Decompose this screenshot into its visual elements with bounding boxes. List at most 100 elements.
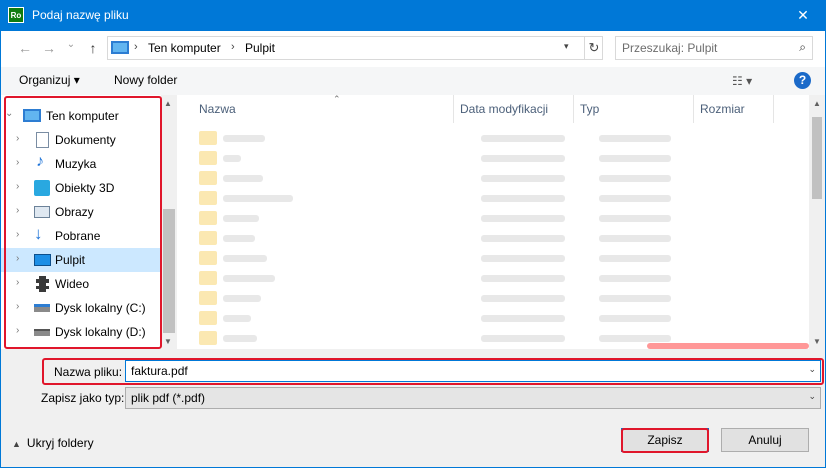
blurred-text bbox=[223, 155, 241, 162]
sidebar-item-label: Muzyka bbox=[55, 157, 97, 171]
sidebar-item-obrazy[interactable]: › Obrazy bbox=[1, 200, 161, 224]
forward-arrow-icon[interactable]: → bbox=[39, 40, 59, 56]
column-header-date[interactable]: Data modyfikacji bbox=[453, 95, 573, 123]
new-folder-button[interactable]: Nowy folder bbox=[114, 73, 177, 87]
blurred-text bbox=[481, 315, 565, 322]
sidebar-item-dysk-d[interactable]: › Dysk lokalny (D:) bbox=[1, 320, 161, 344]
address-bar[interactable]: › Ten komputer › Pulpit ▾ ↻ bbox=[107, 36, 603, 60]
navigation-pane-scrollbar[interactable]: ▲ ▼ bbox=[161, 95, 177, 349]
blurred-text bbox=[481, 195, 565, 202]
recent-locations-chevron-icon[interactable]: ⌄ bbox=[61, 39, 81, 50]
folder-icon bbox=[199, 271, 217, 285]
sidebar-item-pulpit[interactable]: › Pulpit bbox=[1, 248, 161, 272]
save-as-type-select[interactable]: plik pdf (*.pdf) ⌄ bbox=[125, 387, 821, 409]
blurred-text bbox=[223, 195, 293, 202]
blurred-text bbox=[481, 155, 565, 162]
address-dropdown-icon[interactable]: ▾ bbox=[564, 41, 569, 52]
sidebar-item-muzyka[interactable]: › ♪ Muzyka bbox=[1, 152, 161, 176]
breadcrumb-ten-komputer[interactable]: Ten komputer bbox=[148, 41, 221, 55]
chevron-right-icon[interactable]: › bbox=[16, 181, 19, 192]
organize-button[interactable]: Organizuj ▾ bbox=[19, 73, 80, 87]
chevron-right-icon[interactable]: › bbox=[16, 325, 19, 336]
file-list-scrollbar[interactable]: ▲ ▼ bbox=[809, 95, 825, 349]
refresh-icon[interactable]: ↻ bbox=[584, 37, 603, 59]
list-item[interactable] bbox=[199, 207, 785, 229]
sidebar-item-label: Dysk lokalny (C:) bbox=[55, 301, 146, 315]
blurred-text bbox=[599, 135, 671, 142]
drive-d-icon bbox=[34, 329, 50, 336]
list-item[interactable] bbox=[199, 167, 785, 189]
search-input[interactable]: Przeszukaj: Pulpit bbox=[622, 41, 717, 55]
blurred-text bbox=[223, 335, 257, 342]
chevron-right-icon[interactable]: › bbox=[16, 157, 19, 168]
chevron-down-icon[interactable]: ⌄ bbox=[808, 391, 816, 402]
column-header-type[interactable]: Typ bbox=[573, 95, 693, 123]
blurred-text bbox=[223, 135, 265, 142]
blurred-text bbox=[599, 175, 671, 182]
cancel-button[interactable]: Anuluj bbox=[721, 428, 809, 452]
search-box[interactable]: Przeszukaj: Pulpit ⌕ bbox=[615, 36, 813, 60]
save-button[interactable]: Zapisz bbox=[621, 428, 709, 452]
chevron-down-icon[interactable]: ⌄ bbox=[5, 108, 13, 119]
breadcrumb-separator[interactable]: › bbox=[134, 41, 138, 53]
search-icon[interactable]: ⌕ bbox=[799, 40, 806, 55]
list-item[interactable] bbox=[199, 247, 785, 269]
sidebar-item-dokumenty[interactable]: › Dokumenty bbox=[1, 128, 161, 152]
sidebar-item-label: Obrazy bbox=[55, 205, 94, 219]
dialog-body: ← → ⌄ ↑ › Ten komputer › Pulpit ▾ ↻ Prze… bbox=[0, 31, 826, 468]
list-item[interactable] bbox=[199, 227, 785, 249]
blurred-text bbox=[481, 335, 565, 342]
filename-input[interactable] bbox=[126, 361, 796, 381]
scrollbar-thumb[interactable] bbox=[812, 117, 822, 199]
blurred-text bbox=[223, 235, 255, 242]
column-header-label: Data modyfikacji bbox=[460, 102, 549, 116]
list-item[interactable] bbox=[199, 147, 785, 169]
scroll-down-icon[interactable]: ▼ bbox=[164, 337, 172, 346]
blurred-text bbox=[599, 195, 671, 202]
hide-folders-toggle[interactable]: ▲ Ukryj foldery bbox=[12, 436, 94, 450]
scrollbar-thumb[interactable] bbox=[163, 209, 175, 333]
filename-combobox[interactable]: ⌄ bbox=[125, 360, 821, 382]
chevron-right-icon[interactable]: › bbox=[16, 301, 19, 312]
sidebar-item-ten-komputer[interactable]: ⌄ Ten komputer bbox=[1, 104, 161, 128]
breadcrumb-separator[interactable]: › bbox=[231, 41, 235, 53]
column-header-name[interactable]: Nazwa ⌃ bbox=[193, 94, 457, 123]
breadcrumb-pulpit[interactable]: Pulpit bbox=[245, 41, 275, 55]
chevron-right-icon[interactable]: › bbox=[16, 253, 19, 264]
chevron-right-icon[interactable]: › bbox=[16, 205, 19, 216]
column-header-size[interactable]: Rozmiar bbox=[693, 95, 773, 123]
blurred-text bbox=[481, 275, 565, 282]
list-item[interactable] bbox=[199, 127, 785, 149]
computer-icon bbox=[23, 109, 41, 122]
scroll-up-icon[interactable]: ▲ bbox=[813, 99, 821, 108]
hide-folders-label: Ukryj foldery bbox=[26, 436, 94, 450]
blurred-text bbox=[223, 255, 267, 262]
sidebar-item-wideo[interactable]: › Wideo bbox=[1, 272, 161, 296]
chevron-down-icon[interactable]: ⌄ bbox=[808, 364, 816, 375]
folder-icon bbox=[199, 171, 217, 185]
scroll-up-icon[interactable]: ▲ bbox=[164, 99, 172, 108]
chevron-right-icon[interactable]: › bbox=[16, 277, 19, 288]
sidebar-item-dysk-c[interactable]: › Dysk lokalny (C:) bbox=[1, 296, 161, 320]
sidebar-item-pobrane[interactable]: › ↓ Pobrane bbox=[1, 224, 161, 248]
help-icon[interactable]: ? bbox=[794, 72, 811, 89]
folder-icon bbox=[199, 311, 217, 325]
view-options-icon[interactable]: ☷ ▾ bbox=[732, 74, 752, 88]
close-icon[interactable]: ✕ bbox=[780, 0, 826, 31]
back-arrow-icon[interactable]: ← bbox=[15, 40, 35, 56]
file-list: Nazwa ⌃ Data modyfikacji Typ Rozmiar ▲ ▼ bbox=[177, 94, 825, 349]
list-item[interactable] bbox=[199, 287, 785, 309]
sidebar-item-label: Wideo bbox=[55, 277, 90, 291]
blurred-text bbox=[599, 315, 671, 322]
column-header-extra bbox=[773, 95, 809, 123]
up-arrow-icon[interactable]: ↑ bbox=[83, 40, 103, 56]
folder-icon bbox=[199, 131, 217, 145]
scroll-down-icon[interactable]: ▼ bbox=[813, 337, 821, 346]
save-as-type-value: plik pdf (*.pdf) bbox=[131, 391, 206, 405]
list-item[interactable] bbox=[199, 307, 785, 329]
chevron-right-icon[interactable]: › bbox=[16, 229, 19, 240]
chevron-right-icon[interactable]: › bbox=[16, 133, 19, 144]
list-item[interactable] bbox=[199, 187, 785, 209]
list-item[interactable] bbox=[199, 267, 785, 289]
sidebar-item-obiekty-3d[interactable]: › Obiekty 3D bbox=[1, 176, 161, 200]
